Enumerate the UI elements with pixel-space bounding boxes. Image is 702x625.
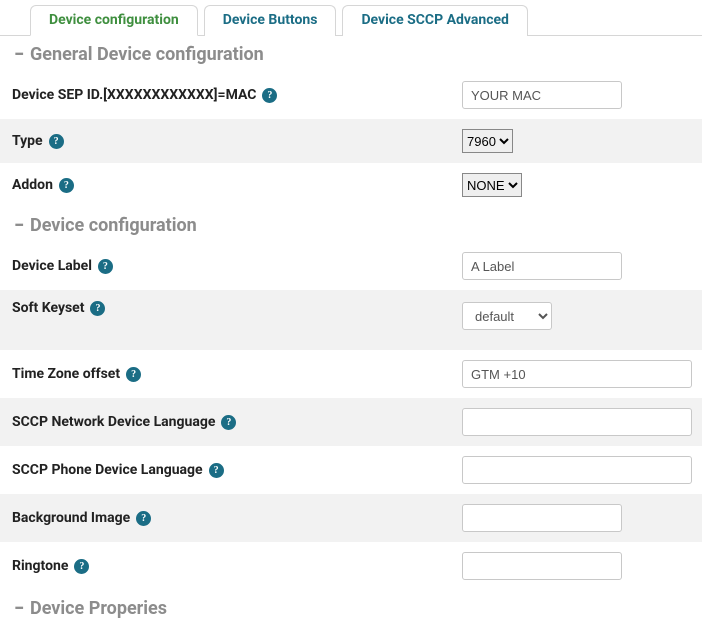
label-phone-lang: SCCP Phone Device Language xyxy=(12,462,203,478)
help-icon[interactable]: ? xyxy=(98,259,113,274)
section-title-text: General Device configuration xyxy=(30,44,264,65)
label-addon: Addon xyxy=(12,177,53,193)
label-device-label: Device Label xyxy=(12,258,92,274)
label-net-lang: SCCP Network Device Language xyxy=(12,414,215,430)
section-header-general[interactable]: − General Device configuration xyxy=(0,36,702,71)
collapse-icon: − xyxy=(12,219,26,233)
row-soft-keyset: Soft Keyset ? default xyxy=(0,290,702,350)
help-icon[interactable]: ? xyxy=(49,134,64,149)
select-type[interactable]: 7960 xyxy=(462,129,513,153)
section-title-text: Device configuration xyxy=(30,215,197,236)
row-net-lang: SCCP Network Device Language ? xyxy=(0,398,702,446)
input-phone-lang[interactable] xyxy=(462,456,692,484)
tab-bar: Device configuration Device Buttons Devi… xyxy=(0,0,702,36)
row-timezone: Time Zone offset ? xyxy=(0,350,702,398)
label-sep-id: Device SEP ID.[XXXXXXXXXXXX]=MAC xyxy=(12,87,256,103)
help-icon[interactable]: ? xyxy=(59,178,74,193)
label-type: Type xyxy=(12,133,43,149)
label-timezone: Time Zone offset xyxy=(12,366,120,382)
help-icon[interactable]: ? xyxy=(90,301,105,316)
row-type: Type ? 7960 xyxy=(0,119,702,163)
input-background-image[interactable] xyxy=(462,504,622,532)
help-icon[interactable]: ? xyxy=(126,367,141,382)
input-device-label[interactable] xyxy=(462,252,622,280)
input-timezone[interactable] xyxy=(462,360,692,388)
input-net-lang[interactable] xyxy=(462,408,692,436)
tab-device-configuration[interactable]: Device configuration xyxy=(30,5,198,36)
help-icon[interactable]: ? xyxy=(74,559,89,574)
row-sep-id: Device SEP ID.[XXXXXXXXXXXX]=MAC ? xyxy=(0,71,702,119)
collapse-icon: − xyxy=(12,602,26,616)
row-background-image: Background Image ? xyxy=(0,494,702,542)
input-sep-id[interactable] xyxy=(462,81,622,109)
select-addon[interactable]: NONE xyxy=(462,173,522,197)
help-icon[interactable]: ? xyxy=(262,88,277,103)
help-icon[interactable]: ? xyxy=(221,415,236,430)
label-background-image: Background Image xyxy=(12,510,130,526)
label-soft-keyset: Soft Keyset xyxy=(12,300,84,316)
row-device-label: Device Label ? xyxy=(0,242,702,290)
row-ringtone: Ringtone ? xyxy=(0,542,702,590)
tab-device-buttons[interactable]: Device Buttons xyxy=(204,5,337,36)
row-phone-lang: SCCP Phone Device Language ? xyxy=(0,446,702,494)
help-icon[interactable]: ? xyxy=(136,511,151,526)
tab-device-sccp-advanced[interactable]: Device SCCP Advanced xyxy=(342,5,528,36)
section-title-text: Device Properies xyxy=(30,598,167,619)
select-soft-keyset[interactable]: default xyxy=(462,302,552,330)
label-ringtone: Ringtone xyxy=(12,558,68,574)
section-header-properties[interactable]: − Device Properies xyxy=(0,590,702,625)
input-ringtone[interactable] xyxy=(462,552,622,580)
section-header-config[interactable]: − Device configuration xyxy=(0,207,702,242)
row-addon: Addon ? NONE xyxy=(0,163,702,207)
help-icon[interactable]: ? xyxy=(209,463,224,478)
collapse-icon: − xyxy=(12,48,26,62)
